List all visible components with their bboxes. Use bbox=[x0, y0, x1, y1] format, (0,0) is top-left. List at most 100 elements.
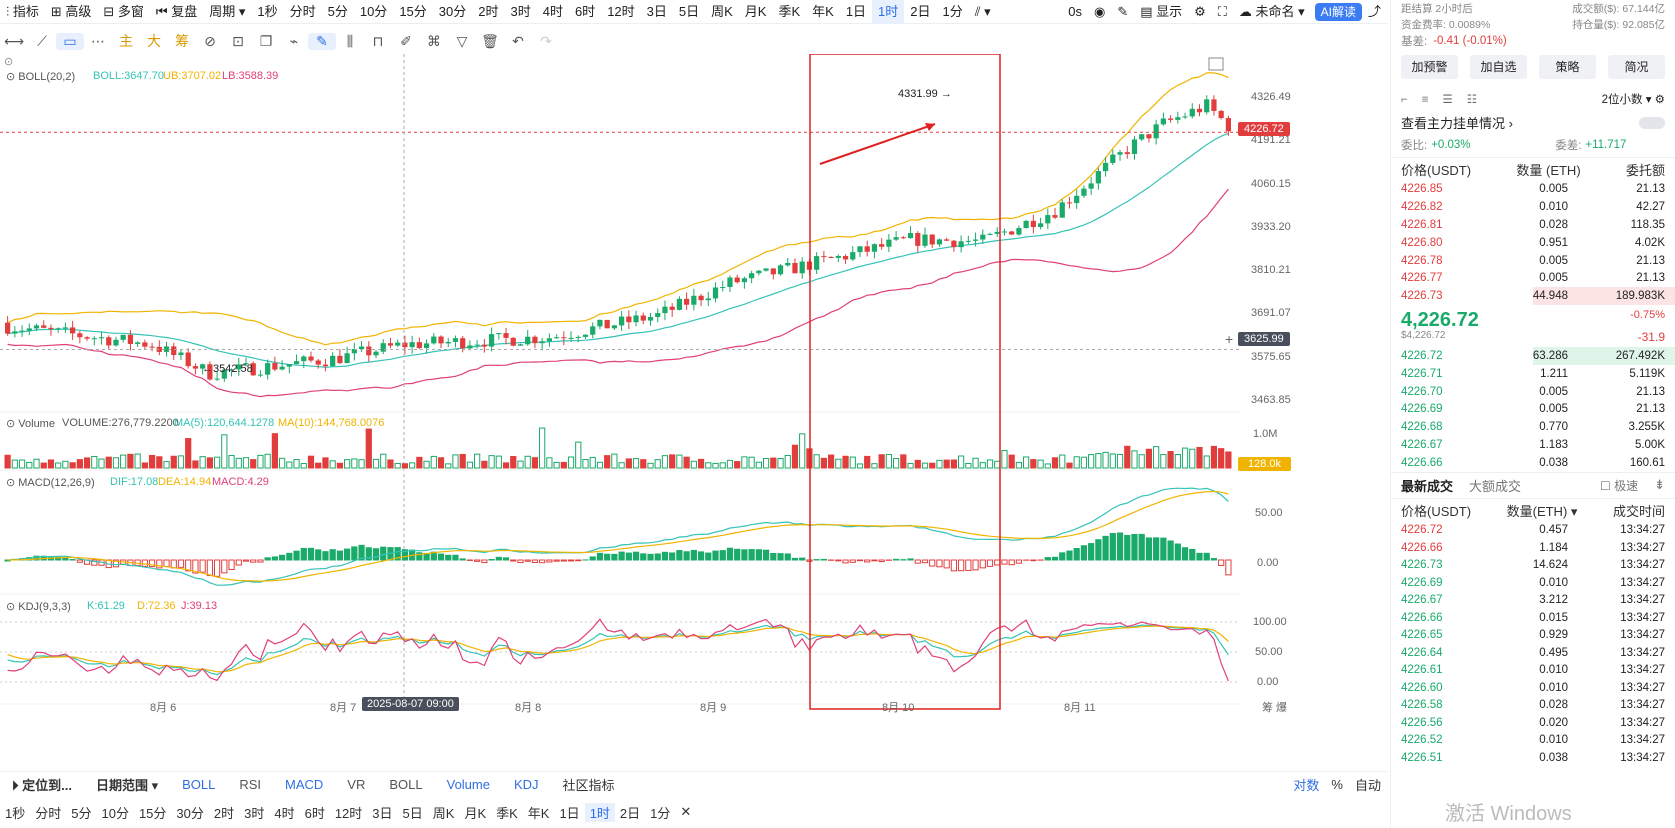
note-icon[interactable]: ✐ bbox=[392, 33, 420, 50]
indicator-bar-item-9[interactable]: 社区指标 bbox=[551, 775, 627, 794]
period-item-14[interactable]: 月K bbox=[459, 803, 491, 822]
topbar-item-5[interactable]: 1秒 bbox=[251, 0, 283, 24]
topbar-item-20[interactable]: 季K bbox=[772, 0, 806, 24]
brush-icon[interactable]: ⌘ bbox=[420, 33, 448, 50]
undo-icon[interactable]: ↶ bbox=[504, 33, 532, 50]
trash-icon[interactable]: 🗑 bbox=[476, 33, 504, 50]
orderbook-row[interactable]: 4226.70 0.005 21.13 bbox=[1391, 383, 1675, 401]
orderbook-row[interactable]: 4226.82 0.010 42.27 bbox=[1391, 198, 1675, 216]
pen-icon[interactable]: ✎ bbox=[308, 32, 336, 50]
indicator-bar-item-5[interactable]: VR bbox=[335, 777, 377, 792]
period-item-16[interactable]: 年K bbox=[523, 803, 555, 822]
orderbook-row[interactable]: 4226.69 0.005 21.13 bbox=[1391, 400, 1675, 418]
layout-name[interactable]: ☁ 未命名 ▾ bbox=[1233, 0, 1311, 24]
kline-chart[interactable] bbox=[0, 54, 1300, 716]
link-icon[interactable]: ⌁ bbox=[280, 33, 308, 50]
indicator-bar-item-7[interactable]: Volume bbox=[435, 777, 502, 792]
topbar-item-10[interactable]: 30分 bbox=[433, 0, 472, 24]
period-item-9[interactable]: 6时 bbox=[300, 803, 330, 822]
orderbook-row[interactable]: 4226.71 1.211 5.119K bbox=[1391, 365, 1675, 383]
period-item-2[interactable]: 5分 bbox=[66, 803, 96, 822]
period-item-7[interactable]: 3时 bbox=[239, 803, 269, 822]
topbar-item-18[interactable]: 周K bbox=[705, 0, 739, 24]
period-item-0[interactable]: 1秒 bbox=[0, 803, 30, 822]
period-item-11[interactable]: 3日 bbox=[367, 803, 397, 822]
period-item-1[interactable]: 分时 bbox=[30, 803, 66, 822]
book-view-icons[interactable]: ⌐≡☰☷ bbox=[1401, 92, 1491, 106]
redo-icon[interactable]: ↷ bbox=[532, 33, 560, 50]
topbar-item-6[interactable]: 分时 bbox=[284, 0, 322, 24]
topbar-item-0[interactable]: ⫶ 指标 bbox=[0, 0, 45, 24]
panel-button-0[interactable]: 加预警 bbox=[1401, 54, 1458, 79]
main-orders-toggle[interactable] bbox=[1639, 116, 1665, 129]
indicator-tab-main[interactable]: 主 bbox=[112, 31, 140, 51]
indicator-bar-item-8[interactable]: KDJ bbox=[502, 777, 551, 792]
chart-area[interactable]: ⫶ 指标 ⊞ 高级 ⊟ 多窗 ⏮ 复盘 周期 ▾ 1秒 分时 5分 10分 15分 30分 2时 3时 4… bbox=[0, 0, 1387, 828]
topbar-item-12[interactable]: 3时 bbox=[504, 0, 536, 24]
orderbook-row[interactable]: 4226.77 0.005 21.13 bbox=[1391, 269, 1675, 287]
period-item-17[interactable]: 1日 bbox=[554, 803, 584, 822]
panel-button-3[interactable]: 简况 bbox=[1608, 54, 1665, 79]
period-item-10[interactable]: 12时 bbox=[330, 803, 367, 822]
close-icon[interactable]: ✕ bbox=[675, 804, 696, 820]
topbar-item-24[interactable]: 2日 bbox=[904, 0, 936, 24]
topbar-item-25[interactable]: 1分 bbox=[937, 0, 969, 24]
panel-button-1[interactable]: 加自选 bbox=[1470, 54, 1527, 79]
topbar-item-1[interactable]: ⊞ 高级 bbox=[45, 0, 98, 24]
orderbook-row[interactable]: 4226.66 0.038 160.61 bbox=[1391, 454, 1675, 472]
more-icon[interactable]: ⋯ bbox=[84, 33, 112, 50]
settings-icon[interactable]: ⚙ bbox=[1188, 0, 1212, 24]
topbar-item-4[interactable]: 周期 ▾ bbox=[203, 0, 251, 24]
decimals-select[interactable]: 2位小数 ▾ ⚙ bbox=[1602, 91, 1665, 107]
topbar-item-11[interactable]: 2时 bbox=[472, 0, 504, 24]
expand-icon[interactable] bbox=[1208, 57, 1224, 71]
ai-button[interactable]: AI解读 bbox=[1314, 2, 1362, 21]
orderbook-row[interactable]: 4226.81 0.028 118.35 bbox=[1391, 216, 1675, 234]
edit-icon[interactable]: ✎ bbox=[1111, 0, 1134, 24]
display-icon[interactable]: ▤ 显示 bbox=[1134, 0, 1188, 24]
period-item-18[interactable]: 1时 bbox=[584, 802, 615, 822]
tab-latest-trades[interactable]: 最新成交 bbox=[1401, 476, 1453, 495]
period-item-3[interactable]: 10分 bbox=[96, 803, 133, 822]
period-item-19[interactable]: 2日 bbox=[615, 803, 645, 822]
chart-type-icon[interactable]: ⫽ ▾ bbox=[969, 0, 997, 24]
main-orders-link[interactable]: 查看主力挂单情况 › bbox=[1401, 113, 1513, 132]
indicator-tab-chips[interactable]: 筹 bbox=[168, 31, 196, 51]
ruler-icon[interactable]: ⊡ bbox=[224, 33, 252, 50]
orderbook-row[interactable]: 4226.72 63.286 267.492K bbox=[1391, 347, 1675, 365]
period-item-15[interactable]: 季K bbox=[491, 803, 523, 822]
topbar-item-15[interactable]: 12时 bbox=[601, 0, 640, 24]
filter-icon[interactable]: ▽ bbox=[448, 33, 476, 50]
period-item-12[interactable]: 5日 bbox=[398, 803, 428, 822]
indicator-bar-item-6[interactable]: BOLL bbox=[377, 777, 434, 792]
topbar-item-13[interactable]: 4时 bbox=[537, 0, 569, 24]
period-item-13[interactable]: 周K bbox=[428, 803, 460, 822]
orderbook-row[interactable]: 4226.85 0.005 21.13 bbox=[1391, 181, 1675, 199]
trendline-icon[interactable]: ⟋ bbox=[28, 33, 56, 50]
fast-checkbox[interactable]: ☐ 极速 bbox=[1600, 477, 1638, 494]
lock-icon[interactable]: ⊓ bbox=[364, 33, 392, 50]
candle-icon[interactable]: ⫼ bbox=[336, 33, 364, 50]
indicator-bar-item-3[interactable]: RSI bbox=[227, 777, 273, 792]
topbar-item-2[interactable]: ⊟ 多窗 bbox=[97, 0, 150, 24]
copy-icon[interactable]: ❐ bbox=[252, 33, 280, 50]
panel-button-2[interactable]: 策略 bbox=[1539, 54, 1596, 79]
topbar-item-7[interactable]: 5分 bbox=[322, 0, 354, 24]
orderbook-row[interactable]: 4226.73 44.948 189.983K bbox=[1391, 287, 1675, 306]
horizontal-line-icon[interactable]: ⟷ bbox=[0, 33, 28, 50]
indicator-bar-item-2[interactable]: BOLL bbox=[170, 777, 227, 792]
topbar-item-16[interactable]: 3日 bbox=[641, 0, 673, 24]
orderbook-row[interactable]: 4226.78 0.005 21.13 bbox=[1391, 252, 1675, 270]
axis-mode-2[interactable]: 自动 bbox=[1349, 775, 1387, 794]
topbar-item-17[interactable]: 5日 bbox=[673, 0, 705, 24]
topbar-item-21[interactable]: 年K bbox=[806, 0, 840, 24]
topbar-item-9[interactable]: 15分 bbox=[393, 0, 432, 24]
topbar-item-23[interactable]: 1时 bbox=[872, 0, 905, 24]
axis-mode-0[interactable]: 对数 bbox=[1287, 775, 1325, 794]
period-item-6[interactable]: 2时 bbox=[209, 803, 239, 822]
filter-icon[interactable]: ⇟ bbox=[1654, 477, 1665, 493]
camera-icon[interactable]: ◉ bbox=[1088, 0, 1111, 24]
topbar-item-19[interactable]: 月K bbox=[739, 0, 773, 24]
orderbook-row[interactable]: 4226.80 0.951 4.02K bbox=[1391, 234, 1675, 252]
share-icon[interactable]: ⤴ bbox=[1362, 0, 1387, 24]
